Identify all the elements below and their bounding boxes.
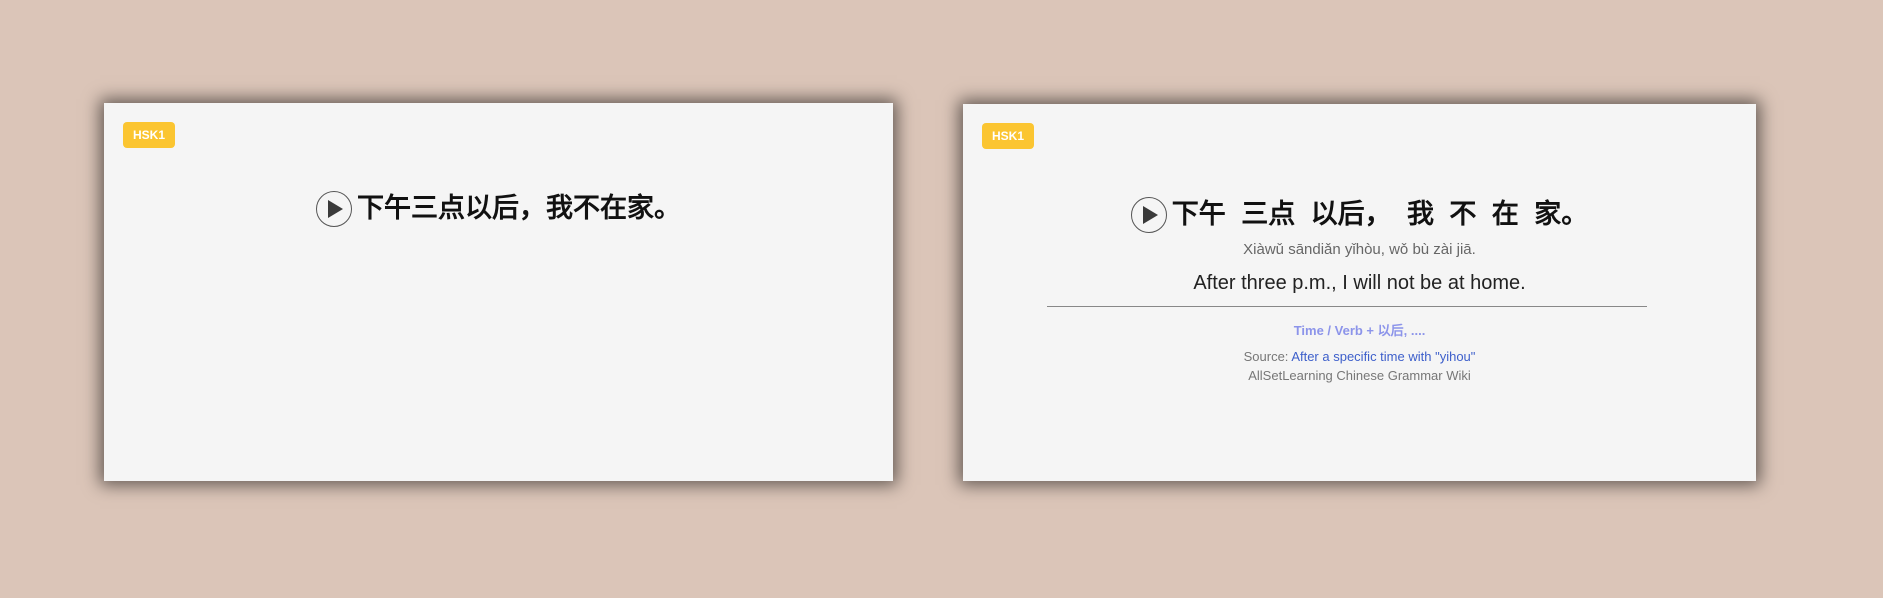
source-line: Source: After a specific time with "yiho… — [963, 349, 1756, 364]
grammar-pattern-link[interactable]: Time / Verb + 以后, .... — [963, 320, 1756, 339]
flashcard-front[interactable]: HSK1 下午三点以后，我不在家。 — [104, 103, 893, 481]
source-link[interactable]: After a specific time with "yihou" — [1291, 349, 1475, 364]
wiki-name: AllSetLearning Chinese Grammar Wiki — [1248, 368, 1471, 383]
divider — [1047, 306, 1647, 307]
english-translation: After three p.m., I will not be at home. — [1193, 272, 1526, 294]
sentence-row: 下午三点以后，我不在家。 — [104, 189, 893, 229]
play-audio-button[interactable] — [316, 191, 352, 227]
chinese-sentence: 下午三点以后，我不在家。 — [357, 193, 681, 224]
pinyin-text: Xiàwǔ sāndiǎn yǐhòu, wǒ bù zài jiā. — [1243, 241, 1476, 258]
hsk-level-badge: HSK1 — [123, 122, 176, 148]
hsk-level-badge: HSK1 — [982, 123, 1035, 149]
flashcard-back[interactable]: HSK1 下午 三点 以后， 我 不 在 家。 Xiàwǔ sāndiǎn yǐ… — [963, 104, 1756, 481]
chinese-sentence: 下午 三点 以后， 我 不 在 家。 — [1171, 199, 1589, 230]
source-label: Source: — [1243, 349, 1292, 364]
play-icon — [328, 200, 343, 218]
play-audio-button[interactable] — [1130, 197, 1167, 233]
play-icon — [1142, 206, 1158, 224]
sentence-row: 下午 三点 以后， 我 不 在 家。 — [963, 195, 1756, 235]
